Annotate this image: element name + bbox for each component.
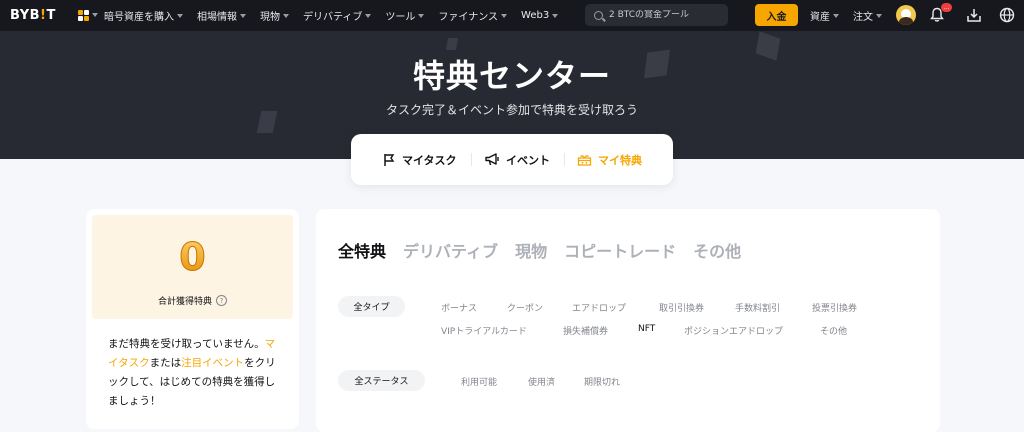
chevron-down-icon bbox=[876, 13, 882, 18]
type-filter-option[interactable]: ポジションエアドロップ bbox=[684, 324, 783, 337]
type-filter-option[interactable]: VIPトライアルカード bbox=[441, 324, 527, 337]
avatar[interactable] bbox=[896, 5, 916, 25]
category-derivatives[interactable]: デリバティブ bbox=[403, 238, 498, 262]
chevron-down-icon bbox=[501, 13, 508, 18]
type-filter-option[interactable]: NFT bbox=[638, 324, 655, 334]
type-filter-option[interactable]: その他 bbox=[820, 324, 847, 337]
tab-my-rewards[interactable]: マイ特典 bbox=[577, 134, 642, 185]
type-filter-option[interactable]: クーポン bbox=[507, 301, 543, 314]
bybit-logo[interactable]: BYB!T bbox=[10, 8, 56, 23]
assets-menu[interactable]: 資産 bbox=[810, 0, 839, 31]
search-icon bbox=[594, 10, 603, 20]
page-title: 特典センター bbox=[412, 57, 611, 95]
menu-buy-crypto[interactable]: 暗号資産を購入 bbox=[104, 8, 183, 23]
category-spot[interactable]: 現物 bbox=[515, 238, 547, 262]
type-filter-all[interactable]: 全タイプ bbox=[338, 296, 405, 317]
megaphone-icon bbox=[485, 153, 499, 166]
reward-count: 0 bbox=[180, 237, 205, 277]
menu-finance[interactable]: ファイナンス bbox=[438, 8, 508, 23]
status-filter-option[interactable]: 利用可能 bbox=[461, 375, 497, 388]
notification-badge: ... bbox=[941, 3, 952, 12]
chevron-down-icon bbox=[365, 13, 372, 18]
rewards-summary-card: 0 合計獲得特典? まだ特典を受け取っていません。マイタスクまたは注目イベントを… bbox=[86, 209, 299, 429]
category-tabs: 全特典 デリバティブ 現物 コピートレード その他 bbox=[338, 238, 758, 262]
empty-rewards-message: まだ特典を受け取っていません。マイタスクまたは注目イベントをクリックして、はじめ… bbox=[108, 338, 276, 407]
total-rewards-label: 合計獲得特典? bbox=[92, 294, 293, 307]
menu-markets[interactable]: 相場情報 bbox=[197, 8, 246, 23]
tab-my-tasks[interactable]: マイタスク bbox=[383, 134, 457, 185]
globe-icon[interactable] bbox=[999, 7, 1015, 23]
menu-derivatives[interactable]: デリバティブ bbox=[303, 8, 372, 23]
search-input[interactable] bbox=[609, 10, 724, 20]
chevron-down-icon bbox=[283, 13, 289, 18]
status-filter-all[interactable]: 全ステータス bbox=[338, 370, 425, 391]
help-icon[interactable]: ? bbox=[216, 295, 227, 306]
gift-icon bbox=[577, 155, 592, 166]
svg-text:0: 0 bbox=[180, 237, 205, 277]
flag-icon bbox=[384, 153, 395, 166]
menu-tools[interactable]: ツール bbox=[385, 8, 425, 23]
apps-menu-button[interactable] bbox=[78, 8, 98, 22]
category-all[interactable]: 全特典 bbox=[338, 238, 386, 262]
type-filter-option[interactable]: ボーナス bbox=[441, 301, 477, 314]
chevron-down-icon bbox=[92, 13, 98, 17]
page-subtitle: タスク完了＆イベント参加で特典を受け取ろう bbox=[385, 103, 638, 117]
total-rewards-panel: 0 合計獲得特典? bbox=[92, 215, 293, 319]
tab-divider bbox=[471, 153, 472, 166]
search-box[interactable] bbox=[585, 4, 728, 26]
chevron-down-icon bbox=[552, 13, 559, 18]
menu-web3[interactable]: Web3 bbox=[521, 10, 559, 21]
top-nav: BYB!T 暗号資産を購入 相場情報 現物 デリバティブ ツール ファイナンス … bbox=[0, 0, 1024, 31]
type-filter-option[interactable]: 損失補償券 bbox=[563, 324, 608, 337]
chevron-down-icon bbox=[177, 13, 183, 18]
section-tabs: マイタスク イベント マイ特典 bbox=[351, 134, 673, 185]
type-filter-option[interactable]: 手数料割引 bbox=[735, 301, 780, 314]
rewards-list-card: 全特典 デリバティブ 現物 コピートレード その他 全タイプ ボーナス クーポン… bbox=[316, 209, 940, 432]
apps-grid-icon bbox=[78, 9, 89, 21]
type-filter-option[interactable]: エアドロップ bbox=[572, 301, 626, 314]
status-filter-option[interactable]: 使用済 bbox=[528, 375, 555, 388]
download-icon[interactable] bbox=[966, 7, 982, 23]
menu-spot[interactable]: 現物 bbox=[260, 8, 289, 23]
status-filter-option[interactable]: 期限切れ bbox=[584, 375, 620, 388]
type-filter-option[interactable]: 投票引換券 bbox=[812, 301, 857, 314]
chevron-down-icon bbox=[418, 13, 425, 18]
orders-menu[interactable]: 注文 bbox=[853, 0, 882, 31]
tab-events[interactable]: イベント bbox=[485, 134, 550, 185]
main-menu: 暗号資産を購入 相場情報 現物 デリバティブ ツール ファイナンス Web3 bbox=[104, 0, 572, 31]
type-filter-option[interactable]: 取引引換券 bbox=[659, 301, 704, 314]
category-other[interactable]: その他 bbox=[693, 238, 741, 262]
decorative-cube bbox=[445, 38, 459, 50]
featured-events-link[interactable]: 注目イベント bbox=[181, 357, 244, 369]
tab-divider bbox=[564, 153, 565, 166]
category-copy-trade[interactable]: コピートレード bbox=[564, 238, 676, 262]
deposit-button[interactable]: 入金 bbox=[755, 4, 798, 26]
chevron-down-icon bbox=[833, 13, 839, 18]
chevron-down-icon bbox=[240, 13, 246, 18]
